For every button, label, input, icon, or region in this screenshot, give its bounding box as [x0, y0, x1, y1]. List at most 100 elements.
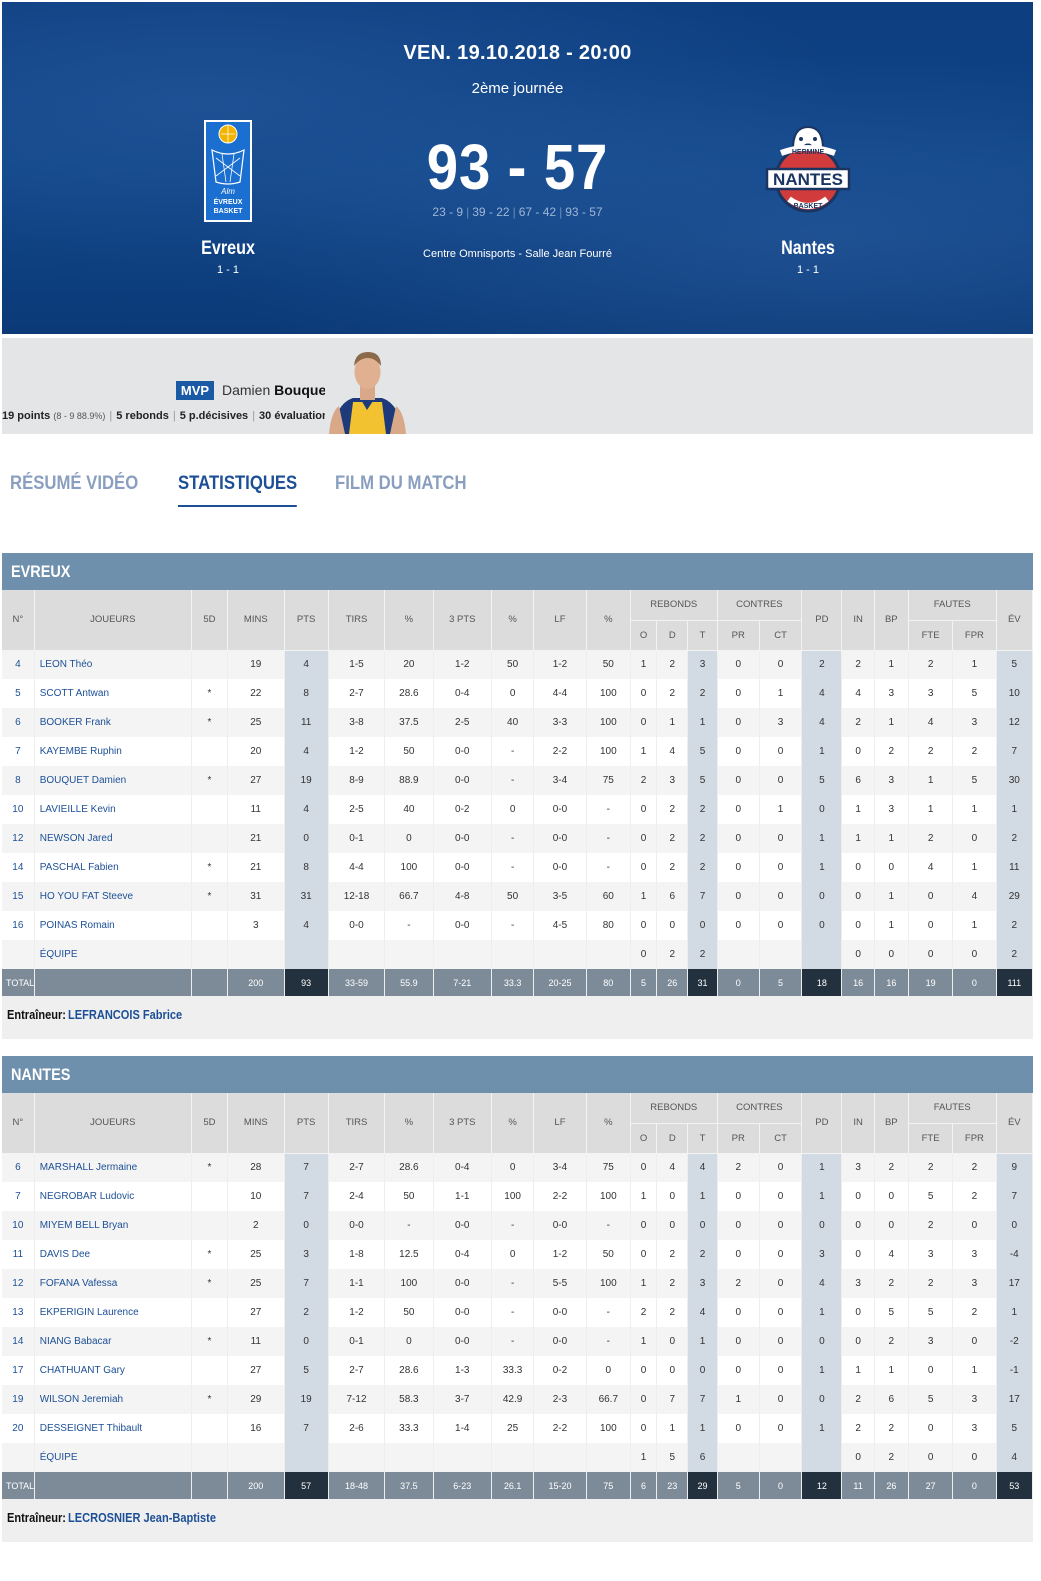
cell-fpr: 2	[952, 1298, 997, 1327]
col-bp: BP	[874, 1093, 909, 1154]
total-fpr: 0	[952, 969, 997, 996]
cell-fte: 0	[908, 1443, 954, 1472]
tab-match-film[interactable]: FILM DU MATCH	[335, 473, 467, 507]
cell-player[interactable]: DESSEIGNET Thibault	[34, 1414, 192, 1443]
cell-player[interactable]: HO YOU FAT Steeve	[34, 882, 192, 911]
cell-player[interactable]: LAVIEILLE Kevin	[34, 795, 192, 824]
cell-ft: 5-5	[533, 1269, 587, 1298]
cell-pd: 4	[801, 1269, 843, 1298]
tab-statistics[interactable]: STATISTIQUES	[177, 473, 297, 507]
team-title: EVREUX	[2, 553, 1033, 590]
cell-mins: 19	[227, 650, 285, 679]
total-mins: 200	[227, 969, 285, 996]
cell-mins: 27	[227, 766, 285, 795]
cell-player[interactable]: ÉQUIPE	[34, 940, 192, 969]
cell-num: 10	[2, 795, 35, 824]
cell-mins: 20	[227, 737, 285, 766]
coach-name[interactable]: LECROSNIER Jean-Baptiste	[68, 1499, 216, 1537]
cell-fte: 5	[908, 1298, 954, 1327]
coach-name[interactable]: LEFRANCOIS Fabrice	[68, 996, 182, 1034]
cell-reb_t: 1	[687, 1414, 718, 1443]
cell-player[interactable]: MARSHALL Jermaine	[34, 1153, 192, 1182]
cell-three: 0-2	[433, 795, 492, 824]
cell-pd: 2	[801, 650, 843, 679]
cell-fte: 2	[908, 1269, 954, 1298]
col-fpr: FPR	[952, 1123, 997, 1154]
cell-player[interactable]: FOFANA Vafessa	[34, 1269, 192, 1298]
cell-fg: 8-9	[328, 766, 386, 795]
cell-ft_pct	[586, 940, 631, 969]
cell-mins: 21	[227, 824, 285, 853]
cell-reb_t: 7	[687, 882, 718, 911]
cell-player[interactable]: ÉQUIPE	[34, 1443, 192, 1472]
cell-player[interactable]: NEGROBAR Ludovic	[34, 1182, 192, 1211]
tab-video-summary[interactable]: RÉSUMÉ VIDÉO	[10, 473, 138, 507]
cell-reb_d: 2	[656, 824, 689, 853]
player-row: 4 LEON Théo 19 4 1-5 20 1-2 50 1-2 50 1 2 3 0 0 2 2 1 2 1 5	[2, 650, 1034, 679]
cell-three: 1-2	[433, 650, 492, 679]
cell-fpr: 2	[952, 1153, 997, 1182]
cell-reb_t: 2	[687, 795, 718, 824]
cell-player[interactable]: BOUQUET Damien	[34, 766, 192, 795]
cell-three_pct: -	[491, 911, 535, 940]
cell-ft_pct: -	[586, 1327, 631, 1356]
cell-in: 2	[841, 1414, 875, 1443]
cell-three_pct: -	[491, 766, 535, 795]
cell-ev: 7	[996, 1182, 1034, 1211]
col-reb-o: O	[630, 620, 658, 651]
cell-ev: 4	[996, 1443, 1034, 1472]
cell-player[interactable]: CHATHUANT Gary	[34, 1356, 192, 1385]
cell-mins: 21	[227, 853, 285, 882]
cell-player[interactable]: DAVIS Dee	[34, 1240, 192, 1269]
cell-fg_pct: 0	[384, 824, 434, 853]
cell-fg: 0-1	[328, 1327, 386, 1356]
cell-player[interactable]: KAYEMBE Ruphin	[34, 737, 192, 766]
boxscore-table: N° JOUEURS 5D MINS PTS TIRS% 3 PTS% LF% REBONDS C…	[2, 1093, 1034, 1499]
cell-player[interactable]: PASCHAL Fabien	[34, 853, 192, 882]
cell-fte: 0	[908, 1414, 954, 1443]
away-team[interactable]: HERMINE NANTES BASKET Nantes 1 - 1	[728, 118, 888, 276]
total-ft_pct: 75	[586, 1472, 631, 1499]
col-three-pct: %	[491, 1093, 535, 1154]
cell-fg: 1-5	[328, 650, 386, 679]
team-title-text: EVREUX	[11, 562, 71, 581]
cell-player[interactable]: EKPERIGIN Laurence	[34, 1298, 192, 1327]
cell-mins: 10	[227, 1182, 285, 1211]
cell-in: 0	[841, 1211, 875, 1240]
cell-ev: 5	[996, 1414, 1034, 1443]
cell-starter: *	[191, 708, 229, 737]
cell-player[interactable]: NIANG Babacar	[34, 1327, 192, 1356]
cell-bp: 4	[874, 1240, 909, 1269]
cell-three: 0-4	[433, 1153, 492, 1182]
cell-player[interactable]: WILSON Jeremiah	[34, 1385, 192, 1414]
cell-three: 0-0	[433, 1269, 492, 1298]
cell-blk_pr: 0	[717, 1298, 760, 1327]
cell-in: 0	[841, 1327, 875, 1356]
cell-ft_pct: -	[586, 824, 631, 853]
cell-player[interactable]: SCOTT Antwan	[34, 679, 192, 708]
cell-in: 1	[841, 795, 875, 824]
away-team-name[interactable]: Nantes	[740, 238, 876, 260]
cell-player[interactable]: BOOKER Frank	[34, 708, 192, 737]
cell-mins: 29	[227, 1385, 285, 1414]
cell-pts: 31	[284, 882, 329, 911]
cell-in: 1	[841, 824, 875, 853]
mvp-player-name[interactable]: Damien Bouquet	[222, 382, 331, 398]
cell-blk_pr: 0	[717, 679, 760, 708]
cell-player[interactable]: POINAS Romain	[34, 911, 192, 940]
cell-bp: 6	[874, 1385, 909, 1414]
cell-player[interactable]: LEON Théo	[34, 650, 192, 679]
cell-player[interactable]: MIYEM BELL Bryan	[34, 1211, 192, 1240]
cell-fg_pct: 50	[384, 1298, 434, 1327]
cell-reb_t: 5	[687, 766, 718, 795]
col-fg: TIRS	[328, 1093, 386, 1154]
cell-ev: 2	[996, 824, 1034, 853]
mvp-points: 19 points	[2, 410, 51, 422]
cell-ft: 2-2	[533, 737, 587, 766]
cell-in: 3	[841, 1153, 875, 1182]
coach-label: Entraîneur:	[7, 1007, 66, 1022]
cell-player[interactable]: NEWSON Jared	[34, 824, 192, 853]
cell-pd: 0	[801, 911, 843, 940]
total-fte: 19	[908, 969, 954, 996]
cell-three_pct: 40	[491, 708, 535, 737]
